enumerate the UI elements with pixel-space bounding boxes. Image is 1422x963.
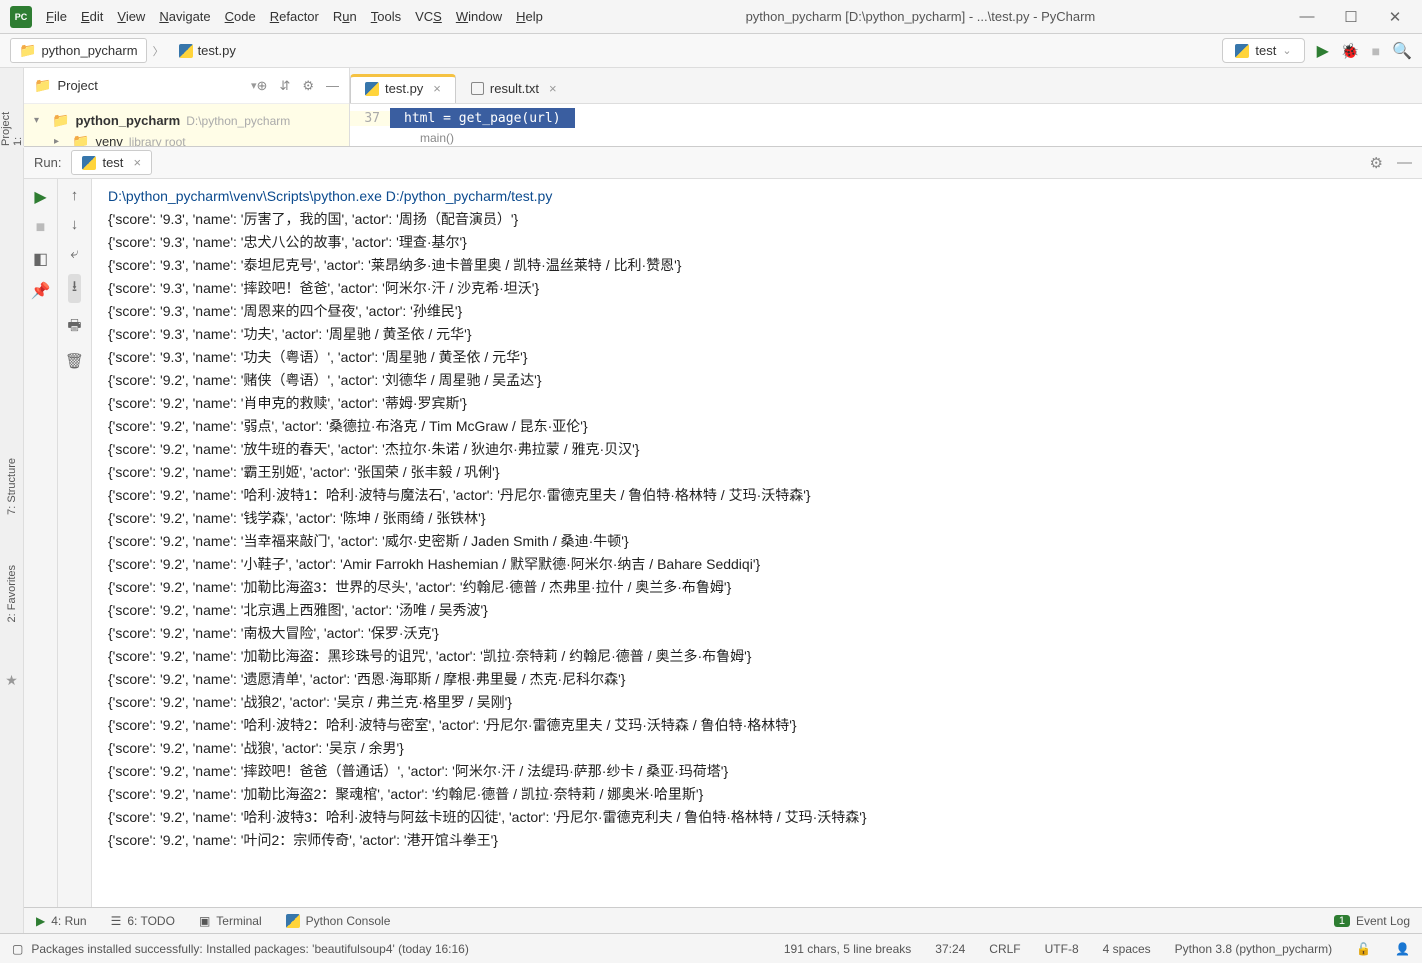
close-icon[interactable]: × bbox=[433, 81, 441, 96]
line-number: 37 bbox=[350, 111, 390, 126]
chevron-down-icon: ▾ bbox=[34, 115, 46, 126]
project-panel-title: Project bbox=[57, 78, 251, 93]
bottom-tab-todo[interactable]: ☰6: TODO bbox=[111, 914, 175, 928]
menu-tools[interactable]: Tools bbox=[371, 9, 401, 24]
close-icon[interactable]: × bbox=[549, 81, 557, 96]
status-selection: 191 chars, 5 line breaks bbox=[784, 942, 911, 956]
bottom-tab-terminal[interactable]: ▣Terminal bbox=[199, 914, 262, 928]
sidebar-tab-project[interactable]: 1: Project bbox=[0, 108, 24, 146]
menu-view[interactable]: View bbox=[117, 9, 145, 24]
app-icon: PC bbox=[10, 6, 32, 28]
folder-icon: 📁 bbox=[34, 77, 51, 94]
close-button[interactable]: ✕ bbox=[1386, 8, 1404, 26]
code-breadcrumb[interactable]: main() bbox=[350, 128, 1422, 148]
bottom-tab-event-log[interactable]: 1 Event Log bbox=[1334, 914, 1410, 928]
folder-icon: 📁 bbox=[19, 42, 36, 59]
editor-tab-testpy[interactable]: test.py × bbox=[350, 74, 456, 103]
status-line-ending[interactable]: CRLF bbox=[989, 942, 1020, 956]
python-file-icon bbox=[179, 44, 193, 58]
menu-code[interactable]: Code bbox=[225, 9, 256, 24]
editor-highlighted-line[interactable]: html = get_page(url) bbox=[390, 108, 575, 128]
down-arrow-icon[interactable]: ↓ bbox=[71, 216, 79, 233]
sidebar-tab-favorites[interactable]: 2: Favorites bbox=[6, 565, 18, 622]
status-message: Packages installed successfully: Install… bbox=[31, 942, 469, 956]
window-title: python_pycharm [D:\python_pycharm] - ...… bbox=[543, 9, 1298, 24]
hide-icon[interactable]: — bbox=[1397, 154, 1412, 172]
menu-refactor[interactable]: Refactor bbox=[270, 9, 319, 24]
chevron-down-icon: ⌄ bbox=[1282, 44, 1291, 57]
stop-button: ■ bbox=[36, 219, 46, 237]
status-caret-position[interactable]: 37:24 bbox=[935, 942, 965, 956]
gear-icon[interactable]: ⚙ bbox=[302, 78, 314, 94]
python-icon bbox=[82, 156, 96, 170]
editor-tab-resulttxt[interactable]: result.txt × bbox=[456, 73, 572, 103]
breadcrumb-file[interactable]: test.py bbox=[170, 39, 245, 62]
console-output[interactable]: D:\python_pycharm\venv\Scripts\python.ex… bbox=[92, 179, 1422, 933]
bottom-tab-run[interactable]: ▶4: Run bbox=[36, 914, 87, 928]
menu-navigate[interactable]: Navigate bbox=[159, 9, 210, 24]
menu-edit[interactable]: Edit bbox=[81, 9, 103, 24]
wrap-icon[interactable]: ⤶ bbox=[70, 245, 78, 262]
print-icon[interactable]: 🖶 bbox=[67, 315, 81, 340]
layout-icon[interactable]: ◧ bbox=[33, 249, 48, 269]
run-tab-test[interactable]: test × bbox=[71, 150, 152, 175]
bottom-tab-python-console[interactable]: Python Console bbox=[286, 914, 391, 928]
chevron-right-icon: 〉 bbox=[153, 43, 164, 59]
locate-icon[interactable]: ⊕ bbox=[257, 78, 268, 94]
status-indent[interactable]: 4 spaces bbox=[1103, 942, 1151, 956]
collapse-icon[interactable]: ⇵ bbox=[279, 78, 290, 94]
gear-icon[interactable]: ⚙ bbox=[1370, 154, 1383, 172]
status-encoding[interactable]: UTF-8 bbox=[1045, 942, 1079, 956]
trash-icon[interactable]: 🗑 bbox=[65, 352, 84, 370]
stop-button-disabled: ■ bbox=[1372, 43, 1380, 59]
text-file-icon bbox=[471, 82, 484, 95]
maximize-button[interactable]: ☐ bbox=[1342, 8, 1360, 26]
status-icon[interactable]: ▢ bbox=[12, 942, 23, 956]
menu-help[interactable]: Help bbox=[516, 9, 543, 24]
folder-icon: 📁 bbox=[52, 112, 69, 129]
minimize-button[interactable]: — bbox=[1298, 8, 1316, 26]
event-log-badge: 1 bbox=[1334, 915, 1350, 927]
breadcrumb-project[interactable]: 📁 python_pycharm bbox=[10, 38, 147, 63]
up-arrow-icon[interactable]: ↑ bbox=[71, 187, 79, 204]
hide-icon[interactable]: — bbox=[326, 78, 339, 94]
menu-file[interactable]: File bbox=[46, 9, 67, 24]
pin-icon[interactable]: 📌 bbox=[31, 281, 51, 301]
menu-window[interactable]: Window bbox=[456, 9, 502, 24]
lock-icon[interactable]: 🔓 bbox=[1356, 942, 1371, 956]
run-button[interactable]: ▶ bbox=[1317, 41, 1329, 61]
run-configuration-selector[interactable]: test ⌄ bbox=[1222, 38, 1304, 63]
tree-root[interactable]: ▾ 📁 python_pycharm D:\python_pycharm bbox=[34, 110, 339, 131]
scroll-to-end-icon[interactable]: ⭳ bbox=[68, 274, 81, 303]
debug-button[interactable]: 🐞 bbox=[1341, 42, 1360, 60]
hector-icon[interactable]: 👤 bbox=[1395, 942, 1410, 956]
menu-run[interactable]: Run bbox=[333, 9, 357, 24]
sidebar-tab-structure[interactable]: 7: Structure bbox=[6, 458, 18, 515]
rerun-button[interactable]: ▶ bbox=[34, 187, 46, 207]
status-interpreter[interactable]: Python 3.8 (python_pycharm) bbox=[1175, 942, 1332, 956]
close-icon[interactable]: × bbox=[133, 155, 141, 170]
python-icon bbox=[1235, 44, 1249, 58]
run-panel-label: Run: bbox=[34, 155, 61, 170]
menu-vcs[interactable]: VCS bbox=[415, 9, 442, 24]
python-file-icon bbox=[365, 82, 379, 96]
star-icon: ★ bbox=[5, 672, 18, 689]
search-everywhere-button[interactable]: 🔍 bbox=[1392, 41, 1412, 61]
